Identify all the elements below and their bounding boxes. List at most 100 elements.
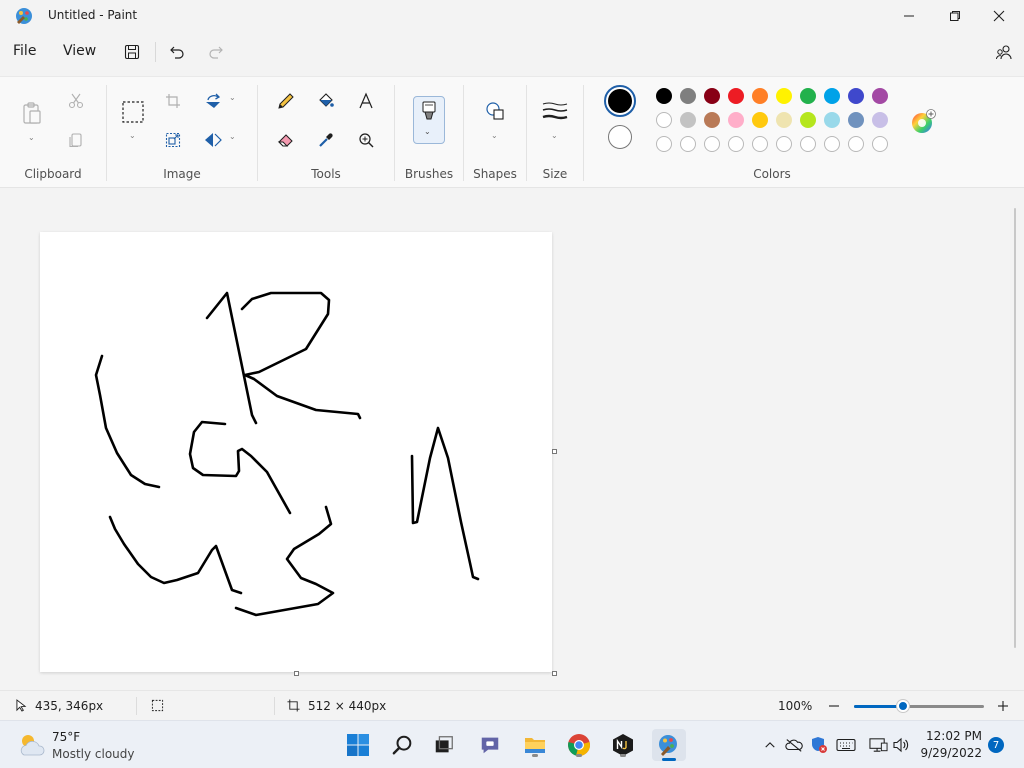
- palette-color-swatch[interactable]: [800, 112, 816, 128]
- zoom-out-button[interactable]: [827, 699, 841, 713]
- crop-button[interactable]: [161, 89, 185, 113]
- custom-color-slot[interactable]: [800, 136, 816, 152]
- palette-color-swatch[interactable]: [848, 112, 864, 128]
- palette-color-swatch[interactable]: [776, 88, 792, 104]
- palette-color-swatch[interactable]: [680, 88, 696, 104]
- size-dropdown-icon[interactable]: ⌄: [551, 131, 558, 140]
- palette-color-swatch[interactable]: [752, 112, 768, 128]
- weather-widget[interactable]: [16, 731, 46, 759]
- custom-color-slot[interactable]: [872, 136, 888, 152]
- onedrive-tray-icon[interactable]: [785, 736, 803, 754]
- nj-app-button[interactable]: [609, 731, 637, 759]
- keyboard-tray-icon[interactable]: [836, 736, 856, 754]
- close-button[interactable]: [976, 0, 1022, 32]
- primary-color-button[interactable]: [604, 85, 636, 117]
- cut-button[interactable]: [64, 89, 88, 113]
- secondary-color-button[interactable]: [608, 125, 632, 149]
- custom-color-slot[interactable]: [680, 136, 696, 152]
- security-tray-icon[interactable]: [810, 736, 828, 754]
- palette-color-swatch[interactable]: [872, 112, 888, 128]
- show-hidden-icons-button[interactable]: [761, 736, 779, 754]
- palette-color-swatch[interactable]: [728, 88, 744, 104]
- palette-color-swatch[interactable]: [824, 88, 840, 104]
- palette-color-swatch[interactable]: [704, 112, 720, 128]
- canvas-resize-handle-right[interactable]: [552, 449, 557, 454]
- redo-button[interactable]: [204, 40, 228, 64]
- menu-view[interactable]: View: [63, 43, 96, 59]
- copy-button[interactable]: [64, 128, 88, 152]
- palette-color-swatch[interactable]: [824, 112, 840, 128]
- rotate-icon: [206, 93, 221, 108]
- network-tray-icon[interactable]: [868, 736, 888, 754]
- rotate-dropdown-icon[interactable]: ⌄: [229, 93, 236, 102]
- custom-color-slot[interactable]: [752, 136, 768, 152]
- text-tool[interactable]: [354, 89, 378, 113]
- paste-dropdown-icon[interactable]: ⌄: [28, 133, 35, 142]
- canvas-resize-handle-corner[interactable]: [552, 671, 557, 676]
- zoom-slider-thumb[interactable]: [897, 700, 909, 712]
- zoom-in-button[interactable]: [996, 699, 1010, 713]
- palette-color-swatch[interactable]: [728, 112, 744, 128]
- canvas-resize-handle-bottom[interactable]: [294, 671, 299, 676]
- canvas-size-icon: [287, 699, 300, 715]
- eraser-tool[interactable]: [274, 128, 298, 152]
- resize-button[interactable]: [161, 128, 185, 152]
- share-button[interactable]: [992, 40, 1016, 64]
- palette-color-swatch[interactable]: [656, 112, 672, 128]
- start-button[interactable]: [344, 731, 372, 759]
- palette-color-swatch[interactable]: [656, 88, 672, 104]
- chrome-button[interactable]: [565, 731, 593, 759]
- color-picker-tool[interactable]: [314, 128, 338, 152]
- weather-description[interactable]: Mostly cloudy: [52, 747, 135, 761]
- menu-file[interactable]: File: [13, 43, 36, 59]
- search-button[interactable]: [389, 731, 417, 759]
- minimize-button[interactable]: [886, 0, 932, 32]
- select-dropdown-icon[interactable]: ⌄: [129, 131, 136, 140]
- custom-color-slot[interactable]: [848, 136, 864, 152]
- custom-color-slot[interactable]: [728, 136, 744, 152]
- custom-color-slot[interactable]: [824, 136, 840, 152]
- flip-button[interactable]: [201, 128, 225, 152]
- teams-chat-button[interactable]: [476, 731, 504, 759]
- palette-color-swatch[interactable]: [848, 88, 864, 104]
- rotate-button[interactable]: [201, 89, 225, 113]
- pencil-tool[interactable]: [274, 89, 298, 113]
- save-button[interactable]: [120, 40, 144, 64]
- tools-label: Tools: [311, 167, 341, 181]
- file-explorer-button[interactable]: [521, 731, 549, 759]
- paint-taskbar-button[interactable]: [652, 729, 686, 761]
- palette-color-swatch[interactable]: [680, 112, 696, 128]
- palette-color-swatch[interactable]: [800, 88, 816, 104]
- palette-color-swatch[interactable]: [704, 88, 720, 104]
- size-button[interactable]: [542, 99, 568, 123]
- clock-time[interactable]: 12:02 PM: [920, 729, 982, 743]
- magnifier-tool[interactable]: [354, 128, 378, 152]
- edit-colors-button[interactable]: [910, 109, 936, 135]
- custom-color-slot[interactable]: [656, 136, 672, 152]
- flip-dropdown-icon[interactable]: ⌄: [229, 132, 236, 141]
- shapes-button[interactable]: [483, 99, 507, 123]
- custom-color-slot[interactable]: [704, 136, 720, 152]
- clock-date[interactable]: 9/29/2022: [916, 746, 982, 760]
- task-view-button[interactable]: [430, 731, 458, 759]
- notification-count-badge[interactable]: 7: [988, 737, 1004, 753]
- palette-color-swatch[interactable]: [776, 112, 792, 128]
- task-view-icon: [435, 736, 453, 753]
- select-button[interactable]: [120, 99, 146, 125]
- custom-color-slot[interactable]: [776, 136, 792, 152]
- image-group: ⌄ ⌄ ⌄ Image: [107, 77, 257, 189]
- weather-temperature[interactable]: 75°F: [52, 730, 80, 744]
- shapes-dropdown-icon[interactable]: ⌄: [491, 131, 498, 140]
- palette-color-swatch[interactable]: [872, 88, 888, 104]
- window-title: Untitled - Paint: [48, 8, 138, 22]
- vertical-scrollbar[interactable]: [1014, 208, 1016, 648]
- restore-button[interactable]: [932, 0, 978, 32]
- brushes-button[interactable]: ⌄: [413, 96, 445, 144]
- volume-tray-icon[interactable]: [892, 736, 910, 754]
- fill-tool[interactable]: [314, 89, 338, 113]
- palette-color-swatch[interactable]: [752, 88, 768, 104]
- drawing-canvas[interactable]: [40, 232, 552, 672]
- paste-button[interactable]: [20, 99, 44, 127]
- zoom-slider[interactable]: [854, 700, 984, 712]
- undo-button[interactable]: [165, 40, 189, 64]
